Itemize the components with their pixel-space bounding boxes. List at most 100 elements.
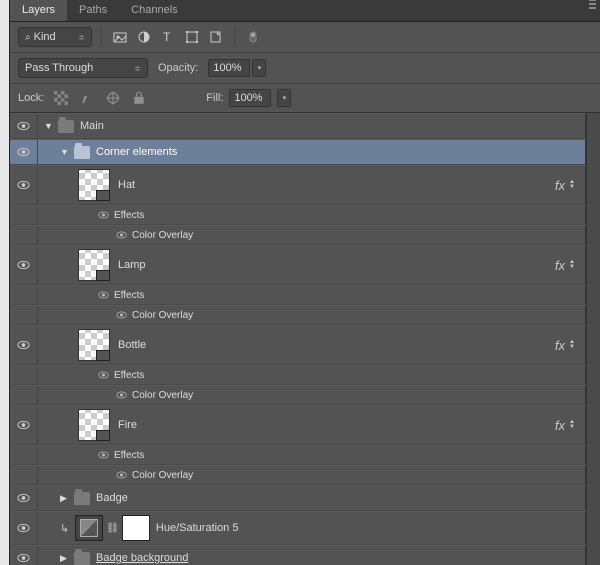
layer-row-badge[interactable]: ▶ Badge — [10, 485, 586, 511]
filter-pixel-icon[interactable] — [111, 28, 129, 46]
effects-label: Effects — [114, 370, 144, 381]
canvas-edge — [0, 0, 10, 565]
layer-row-main[interactable]: ▼ Main — [10, 113, 586, 139]
effect-label: Color Overlay — [132, 470, 193, 481]
filter-kind-select[interactable]: ⌕ Kind ≑ — [18, 27, 92, 47]
effect-visibility-icon[interactable] — [98, 211, 109, 219]
layer-thumbnail[interactable] — [78, 409, 110, 441]
visibility-toggle[interactable] — [10, 114, 38, 138]
scrollbar[interactable] — [586, 113, 600, 565]
layer-thumbnail[interactable] — [78, 329, 110, 361]
layer-row-corner-elements[interactable]: ▼ Corner elements — [10, 139, 586, 165]
fx-indicator[interactable]: fx▲▼ — [555, 418, 575, 433]
opacity-input[interactable]: 100% — [208, 59, 250, 77]
disclosure-down-icon[interactable]: ▼ — [60, 147, 70, 157]
chevron-down-icon: ≑ — [78, 33, 85, 42]
disclosure-right-icon[interactable]: ▶ — [60, 553, 70, 564]
lock-pixels-icon[interactable] — [78, 89, 96, 107]
disclosure-down-icon[interactable]: ▼ — [44, 121, 54, 131]
link-mask-icon[interactable]: ⛓ — [106, 523, 119, 534]
adjustment-thumbnail[interactable] — [75, 515, 103, 541]
folder-icon — [74, 146, 90, 159]
folder-icon — [58, 120, 74, 133]
lock-row: Lock: Fill: 100% ▾ — [10, 84, 600, 113]
filter-smartobject-icon[interactable] — [207, 28, 225, 46]
effect-visibility-icon[interactable] — [98, 451, 109, 459]
layer-effect-coloroverlay[interactable]: Color Overlay — [10, 465, 586, 485]
layers-tree[interactable]: ▼ Main ▼ Corner elements Hat fx▲▼ — [10, 113, 586, 565]
layers-panel: Layers Paths Channels ⌕ Kind ≑ T Pass Th… — [10, 0, 600, 565]
visibility-toggle[interactable] — [10, 512, 38, 544]
visibility-toggle[interactable] — [10, 406, 38, 444]
filter-kind-label: Kind — [34, 31, 56, 43]
layer-row-bottle[interactable]: Bottle fx▲▼ — [10, 325, 586, 365]
panel-tabs: Layers Paths Channels — [10, 0, 600, 22]
layer-effect-coloroverlay[interactable]: Color Overlay — [10, 385, 586, 405]
layer-thumbnail[interactable] — [78, 169, 110, 201]
visibility-toggle[interactable] — [10, 166, 38, 204]
layer-label: Badge — [96, 492, 128, 504]
layer-row-badge-background[interactable]: ▶ Badge background — [10, 545, 586, 565]
filter-type-icon[interactable]: T — [159, 28, 177, 46]
fx-indicator[interactable]: fx▲▼ — [555, 258, 575, 273]
lock-position-icon[interactable] — [104, 89, 122, 107]
layer-thumbnail[interactable] — [78, 249, 110, 281]
effect-visibility-icon[interactable] — [116, 311, 127, 319]
layer-effect-coloroverlay[interactable]: Color Overlay — [10, 305, 586, 325]
lock-all-icon[interactable] — [130, 89, 148, 107]
layer-label: Corner elements — [96, 146, 177, 158]
effects-label: Effects — [114, 290, 144, 301]
effect-visibility-icon[interactable] — [116, 231, 127, 239]
opacity-flyout[interactable]: ▾ — [252, 59, 266, 77]
blend-mode-select[interactable]: Pass Through ≑ — [18, 58, 148, 78]
tab-channels[interactable]: Channels — [119, 0, 189, 21]
blend-mode-label: Pass Through — [25, 62, 93, 74]
visibility-toggle[interactable] — [10, 140, 38, 164]
visibility-spacer — [10, 466, 38, 484]
layer-effects-row[interactable]: Effects — [10, 445, 586, 465]
layer-label: Fire — [118, 419, 137, 431]
layer-effect-coloroverlay[interactable]: Color Overlay — [10, 225, 586, 245]
fx-indicator[interactable]: fx▲▼ — [555, 338, 575, 353]
visibility-toggle[interactable] — [10, 326, 38, 364]
tab-layers[interactable]: Layers — [10, 0, 67, 21]
opacity-label: Opacity: — [158, 62, 198, 74]
filter-adjustment-icon[interactable] — [135, 28, 153, 46]
visibility-spacer — [10, 206, 38, 224]
lock-label: Lock: — [18, 92, 44, 104]
chevron-down-icon: ≑ — [134, 64, 141, 73]
layer-label: Main — [80, 120, 104, 132]
fx-indicator[interactable]: fx▲▼ — [555, 178, 575, 193]
layer-row-fire[interactable]: Fire fx▲▼ — [10, 405, 586, 445]
layer-effects-row[interactable]: Effects — [10, 365, 586, 385]
visibility-spacer — [10, 306, 38, 324]
fill-label: Fill: — [206, 92, 223, 104]
visibility-toggle[interactable] — [10, 486, 38, 510]
mask-thumbnail[interactable] — [122, 515, 150, 541]
visibility-toggle[interactable] — [10, 246, 38, 284]
disclosure-right-icon[interactable]: ▶ — [60, 493, 70, 504]
layer-row-lamp[interactable]: Lamp fx▲▼ — [10, 245, 586, 285]
lock-transparency-icon[interactable] — [52, 89, 70, 107]
effect-visibility-icon[interactable] — [116, 471, 127, 479]
visibility-spacer — [10, 446, 38, 464]
layer-row-hat[interactable]: Hat fx▲▼ — [10, 165, 586, 205]
search-icon: ⌕ — [25, 32, 31, 43]
tab-paths[interactable]: Paths — [67, 0, 119, 21]
effect-visibility-icon[interactable] — [98, 371, 109, 379]
layer-row-huesaturation[interactable]: ↳ ⛓ Hue/Saturation 5 — [10, 511, 586, 545]
effect-visibility-icon[interactable] — [116, 391, 127, 399]
panel-menu-icon[interactable] — [589, 3, 596, 5]
visibility-toggle[interactable] — [10, 546, 38, 565]
filter-toggle-icon[interactable] — [244, 28, 262, 46]
layer-effects-row[interactable]: Effects — [10, 205, 586, 225]
effect-visibility-icon[interactable] — [98, 291, 109, 299]
divider — [234, 28, 235, 46]
layer-label: Hue/Saturation 5 — [156, 522, 239, 534]
fill-flyout[interactable]: ▾ — [277, 89, 291, 107]
folder-icon — [74, 552, 90, 565]
folder-icon — [74, 492, 90, 505]
layer-effects-row[interactable]: Effects — [10, 285, 586, 305]
filter-shape-icon[interactable] — [183, 28, 201, 46]
fill-input[interactable]: 100% — [229, 89, 271, 107]
